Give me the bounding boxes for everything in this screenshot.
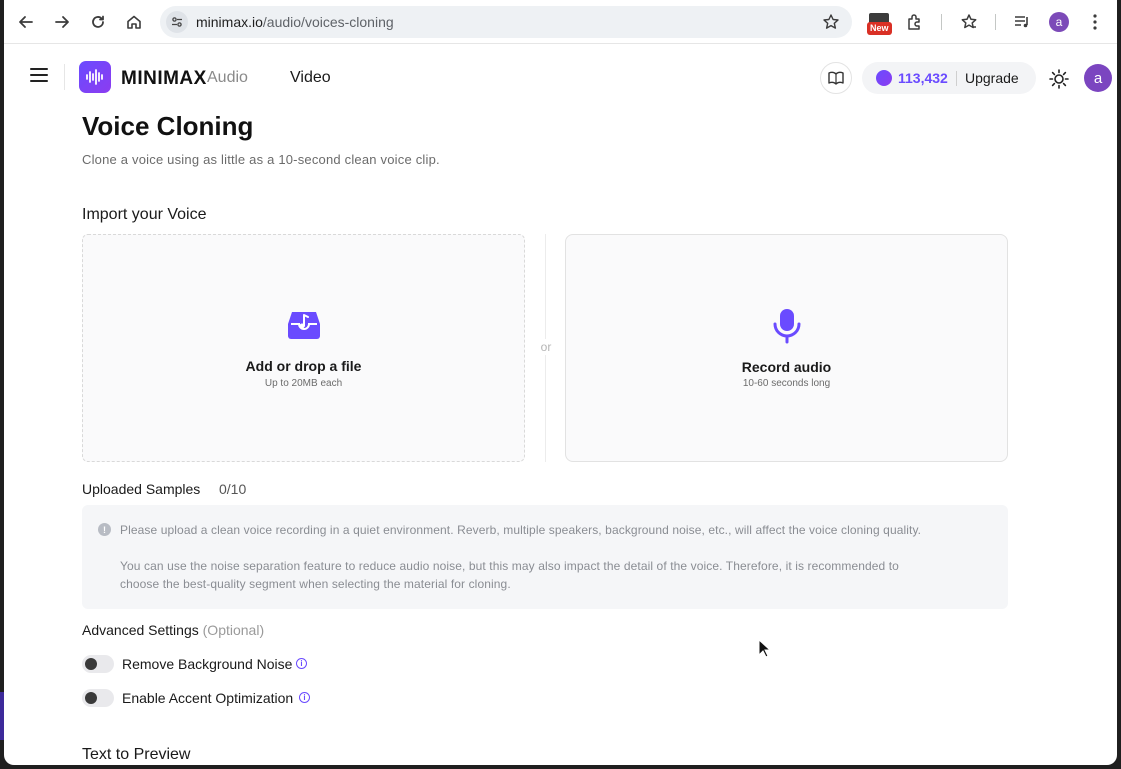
browser-profile-avatar[interactable]: a	[1049, 12, 1069, 32]
background-window-edge	[0, 692, 4, 740]
accent-optimization-toggle[interactable]	[82, 689, 114, 707]
mouse-cursor-icon	[758, 639, 772, 658]
microphone-icon	[773, 309, 800, 344]
site-settings-icon[interactable]	[166, 11, 188, 33]
user-avatar[interactable]: a	[1084, 64, 1112, 92]
remove-background-noise-label: Remove Background Noise	[122, 656, 293, 672]
record-label: Record audio	[741, 359, 832, 375]
credits-divider	[956, 71, 957, 86]
upload-notice: ! Please upload a clean voice recording …	[82, 505, 1008, 609]
accent-optimization-label: Enable Accent Optimization	[122, 690, 294, 706]
accent-optimization-info-icon[interactable]: i	[299, 692, 310, 703]
toolbar-separator	[995, 14, 996, 30]
back-icon[interactable]	[14, 10, 38, 34]
minimax-logo-icon[interactable]	[79, 61, 111, 93]
media-queue-icon[interactable]	[1011, 11, 1033, 33]
inbox-upload-icon	[287, 312, 320, 339]
or-text: or	[535, 339, 557, 355]
browser-window: minimax.io/audio/voices-cloning New a MI…	[4, 0, 1117, 765]
address-bar[interactable]: minimax.io/audio/voices-cloning	[160, 6, 852, 38]
extension-new-icon[interactable]: New	[867, 12, 892, 35]
upload-dropzone[interactable]: Add or drop a file Up to 20MB each	[82, 234, 525, 462]
notice-text-2a: You can use the noise separation feature…	[120, 559, 899, 573]
url-text: minimax.io/audio/voices-cloning	[196, 14, 394, 30]
upload-hint: Up to 20MB each	[264, 378, 343, 389]
notice-text-2b: choose the best-quality segment when sel…	[120, 577, 511, 591]
upgrade-button[interactable]: Upgrade	[965, 70, 1019, 86]
credits-coin-icon	[876, 70, 892, 86]
logo-text[interactable]: MINIMAX	[121, 68, 207, 90]
text-to-preview-title: Text to Preview	[82, 746, 191, 763]
remove-background-noise-toggle[interactable]	[82, 655, 114, 673]
home-icon[interactable]	[122, 10, 146, 34]
browser-toolbar: minimax.io/audio/voices-cloning New a	[4, 0, 1117, 44]
toolbar-separator	[941, 14, 942, 30]
extension-new-badge: New	[867, 22, 892, 35]
docs-book-icon[interactable]	[820, 62, 852, 94]
reading-list-star-icon[interactable]	[958, 11, 980, 33]
page-subtitle: Clone a voice using as little as a 10-se…	[82, 152, 440, 167]
notice-text-1: Please upload a clean voice recording in…	[120, 523, 922, 537]
uploaded-samples-title: Uploaded Samples	[82, 481, 201, 497]
record-hint: 10-60 seconds long	[742, 378, 831, 389]
info-icon: !	[98, 523, 111, 536]
advanced-settings-title: Advanced Settings (Optional)	[82, 622, 264, 638]
header-divider	[64, 64, 65, 90]
nav-audio[interactable]: Audio	[207, 69, 248, 87]
page-title: Voice Cloning	[82, 111, 254, 141]
uploaded-samples-count: 0/10	[219, 481, 247, 497]
menu-hamburger-icon[interactable]	[30, 68, 48, 84]
credits-pill[interactable]: 113,432 Upgrade	[862, 62, 1036, 94]
forward-icon[interactable]	[50, 10, 74, 34]
more-menu-icon[interactable]	[1084, 11, 1106, 33]
app-header: MINIMAX Audio Video 113,432 Upgrade a	[4, 44, 1117, 110]
theme-sun-icon[interactable]	[1049, 69, 1069, 89]
credits-amount: 113,432	[898, 70, 948, 86]
record-audio-card[interactable]: Record audio 10-60 seconds long	[565, 234, 1008, 462]
upload-label: Add or drop a file	[245, 358, 362, 374]
nav-video[interactable]: Video	[290, 69, 331, 87]
import-section-title: Import your Voice	[82, 206, 207, 223]
extensions-puzzle-icon[interactable]	[904, 11, 926, 33]
remove-noise-info-icon[interactable]: i	[296, 658, 307, 669]
advanced-settings-label: Advanced Settings	[82, 622, 199, 638]
bookmark-star-icon[interactable]	[822, 13, 840, 31]
advanced-settings-optional: (Optional)	[202, 622, 265, 638]
reload-icon[interactable]	[86, 10, 110, 34]
